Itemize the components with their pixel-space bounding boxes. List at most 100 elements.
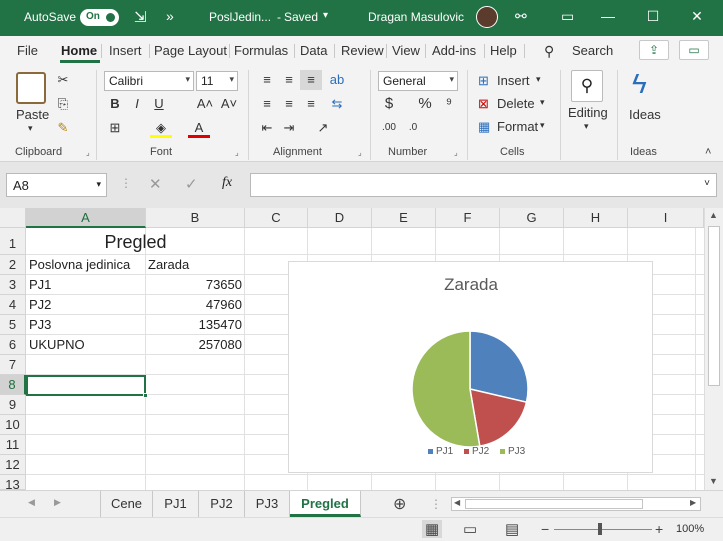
sheet-tab[interactable]: PJ3 — [245, 491, 290, 517]
page-layout-view-icon[interactable]: ▭ — [463, 520, 477, 538]
lightning-icon[interactable]: ϟ — [632, 68, 647, 100]
user-name[interactable]: Dragan Masulovic — [368, 10, 464, 24]
zoom-slider-thumb[interactable] — [598, 523, 602, 535]
next-sheet-icon[interactable]: ▶ — [54, 497, 61, 508]
sheet-tab[interactable]: Cene — [101, 491, 153, 517]
value-cell[interactable]: 47960 — [146, 295, 242, 315]
decrease-decimal-icon[interactable]: .0 — [402, 118, 424, 138]
prev-sheet-icon[interactable]: ◀ — [28, 497, 35, 508]
scroll-left-icon[interactable]: ◀ — [454, 498, 460, 507]
tab-home[interactable]: Home — [61, 43, 97, 58]
insert-function-button[interactable]: fx — [222, 175, 232, 191]
currency-icon[interactable]: $ — [378, 94, 400, 114]
row-header[interactable]: 4 — [0, 295, 26, 315]
value-cell[interactable]: 135470 — [146, 315, 242, 335]
label-cell[interactable]: UKUPNO — [29, 335, 85, 355]
column-header[interactable]: H — [564, 208, 628, 228]
add-sheet-icon[interactable]: ⊕ — [393, 494, 406, 514]
font-size-select[interactable]: 11 ▾ — [196, 71, 238, 91]
fill-handle[interactable] — [143, 393, 148, 398]
comments-button[interactable]: ▭ — [679, 40, 709, 60]
align-left-icon[interactable]: ≡ — [256, 94, 278, 114]
scroll-up-icon[interactable]: ▲ — [709, 210, 718, 220]
autosave-toggle[interactable]: On — [80, 9, 119, 26]
label-cell[interactable]: PJ1 — [29, 275, 51, 295]
row-header[interactable]: 11 — [0, 435, 26, 455]
row-header[interactable]: 12 — [0, 455, 26, 475]
italic-button[interactable]: I — [126, 94, 148, 114]
align-middle-icon[interactable]: ≡ — [278, 70, 300, 90]
font-color-icon[interactable]: A — [188, 118, 210, 138]
sheet-tab[interactable]: PJ1 — [153, 491, 199, 517]
underline-button[interactable]: U — [148, 94, 170, 114]
header-cell[interactable]: Poslovna jedinica — [29, 255, 130, 275]
normal-view-icon[interactable]: ▦ — [422, 520, 443, 538]
orientation-icon[interactable]: ↗ — [312, 118, 334, 138]
chevron-down-icon[interactable]: ▾ — [584, 121, 589, 132]
dialog-launcher-icon[interactable]: ⌟ — [454, 148, 458, 157]
paste-button[interactable]: Paste — [16, 107, 49, 122]
maximize-button[interactable]: ☐ — [642, 8, 664, 25]
column-header[interactable]: D — [308, 208, 372, 228]
avatar[interactable] — [476, 6, 498, 28]
row-header[interactable]: 9 — [0, 395, 26, 415]
zoom-out-button[interactable]: − — [541, 521, 549, 537]
tab-help[interactable]: Help — [490, 43, 517, 58]
horizontal-scrollbar[interactable]: ◀ ▶ — [451, 497, 701, 511]
chevron-down-icon[interactable]: ▾ — [540, 120, 545, 131]
formula-input[interactable]: ˅ — [250, 173, 717, 197]
row-header[interactable]: 13 — [0, 475, 26, 492]
percent-icon[interactable]: % — [414, 94, 436, 114]
tab-insert[interactable]: Insert — [109, 43, 142, 58]
increase-indent-icon[interactable]: ⇥ — [278, 118, 300, 138]
coauthor-icon[interactable]: ⚯ — [515, 8, 527, 25]
file-name[interactable]: PoslJedin... — [209, 10, 271, 24]
tab-review[interactable]: Review — [341, 43, 384, 58]
pie-slice-pj3[interactable] — [411, 330, 481, 448]
page-break-view-icon[interactable]: ▤ — [505, 520, 519, 538]
tab-data[interactable]: Data — [300, 43, 327, 58]
enter-icon[interactable]: ✓ — [185, 175, 198, 193]
tab-page-layout[interactable]: Page Layout — [154, 43, 227, 58]
zoom-slider[interactable] — [554, 529, 652, 530]
tab-file[interactable]: File — [17, 43, 38, 58]
align-center-icon[interactable]: ≡ — [278, 94, 300, 114]
sheet-tab-active[interactable]: Pregled — [290, 491, 361, 517]
row-header[interactable]: 8 — [0, 375, 26, 395]
tab-formulas[interactable]: Formulas — [234, 43, 288, 58]
ribbon-display-icon[interactable]: ▭ — [561, 8, 574, 25]
chevron-down-icon[interactable]: ▾ — [28, 123, 33, 134]
active-cell-selection[interactable] — [26, 375, 146, 396]
chevron-down-icon[interactable]: ▾ — [323, 10, 328, 21]
label-cell[interactable]: PJ2 — [29, 295, 51, 315]
select-all-button[interactable] — [0, 208, 26, 228]
column-header[interactable]: B — [146, 208, 245, 228]
tab-add-ins[interactable]: Add-ins — [432, 43, 476, 58]
search-icon[interactable]: ⚲ — [544, 43, 554, 60]
tab-view[interactable]: View — [392, 43, 420, 58]
sheet-tab[interactable]: PJ2 — [199, 491, 245, 517]
dialog-launcher-icon[interactable]: ⌟ — [86, 148, 90, 157]
column-header[interactable]: C — [245, 208, 308, 228]
font-name-select[interactable]: Calibri ▾ — [104, 71, 194, 91]
search-box[interactable]: Search — [572, 43, 613, 58]
close-button[interactable]: ✕ — [686, 8, 708, 25]
paste-icon[interactable] — [16, 72, 46, 104]
bold-button[interactable]: B — [104, 94, 126, 114]
header-cell[interactable]: Zarada — [148, 255, 189, 275]
row-header[interactable]: 10 — [0, 415, 26, 435]
chevron-down-icon[interactable]: ▾ — [536, 74, 541, 85]
align-right-icon[interactable]: ≡ — [300, 94, 322, 114]
worksheet-grid[interactable]: A B C D E F G H I 1 2 3 4 5 6 7 8 9 10 1… — [0, 208, 723, 492]
pie-chart[interactable]: Zarada PJ1 PJ2 PJ3 — [288, 261, 653, 473]
align-top-icon[interactable]: ≡ — [256, 70, 278, 90]
label-cell[interactable]: PJ3 — [29, 315, 51, 335]
zoom-in-button[interactable]: + — [655, 521, 663, 537]
sheet-title-cell[interactable]: Pregled — [26, 232, 245, 252]
row-header[interactable]: 5 — [0, 315, 26, 335]
cut-icon[interactable]: ✂ — [52, 70, 74, 90]
format-painter-icon[interactable]: ✎ — [52, 118, 74, 138]
comma-style-icon[interactable]: ⁹ — [438, 94, 460, 114]
save-icon[interactable]: ⇲ — [134, 8, 147, 26]
increase-font-icon[interactable]: A˄ — [194, 94, 216, 114]
